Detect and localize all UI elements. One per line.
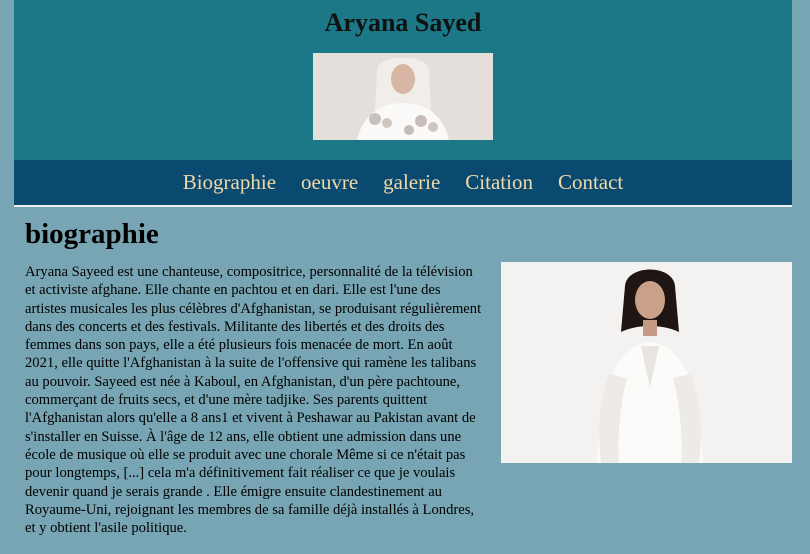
hero-portrait-illustration [313,53,493,140]
hero-portrait-image [313,53,493,140]
biography-portrait-image [501,262,792,463]
biography-portrait-illustration [501,262,792,463]
nav-items: Biographie oeuvre galerie Citation Conta… [14,160,792,205]
page: Aryana Sayed Biographie oeuvre galerie C… [0,0,810,554]
site-header: Aryana Sayed [14,0,792,160]
nav-link-oeuvre[interactable]: oeuvre [301,170,358,195]
biography-text: Aryana Sayeed est une chanteuse, composi… [25,264,482,537]
nav-link-citation[interactable]: Citation [465,170,533,195]
nav-link-galerie[interactable]: galerie [383,170,440,195]
main-navigation: Biographie oeuvre galerie Citation Conta… [14,160,792,207]
nav-link-biographie[interactable]: Biographie [183,170,276,195]
site-title: Aryana Sayed [324,8,482,37]
section-title: biographie [25,218,159,250]
nav-link-contact[interactable]: Contact [558,170,623,195]
